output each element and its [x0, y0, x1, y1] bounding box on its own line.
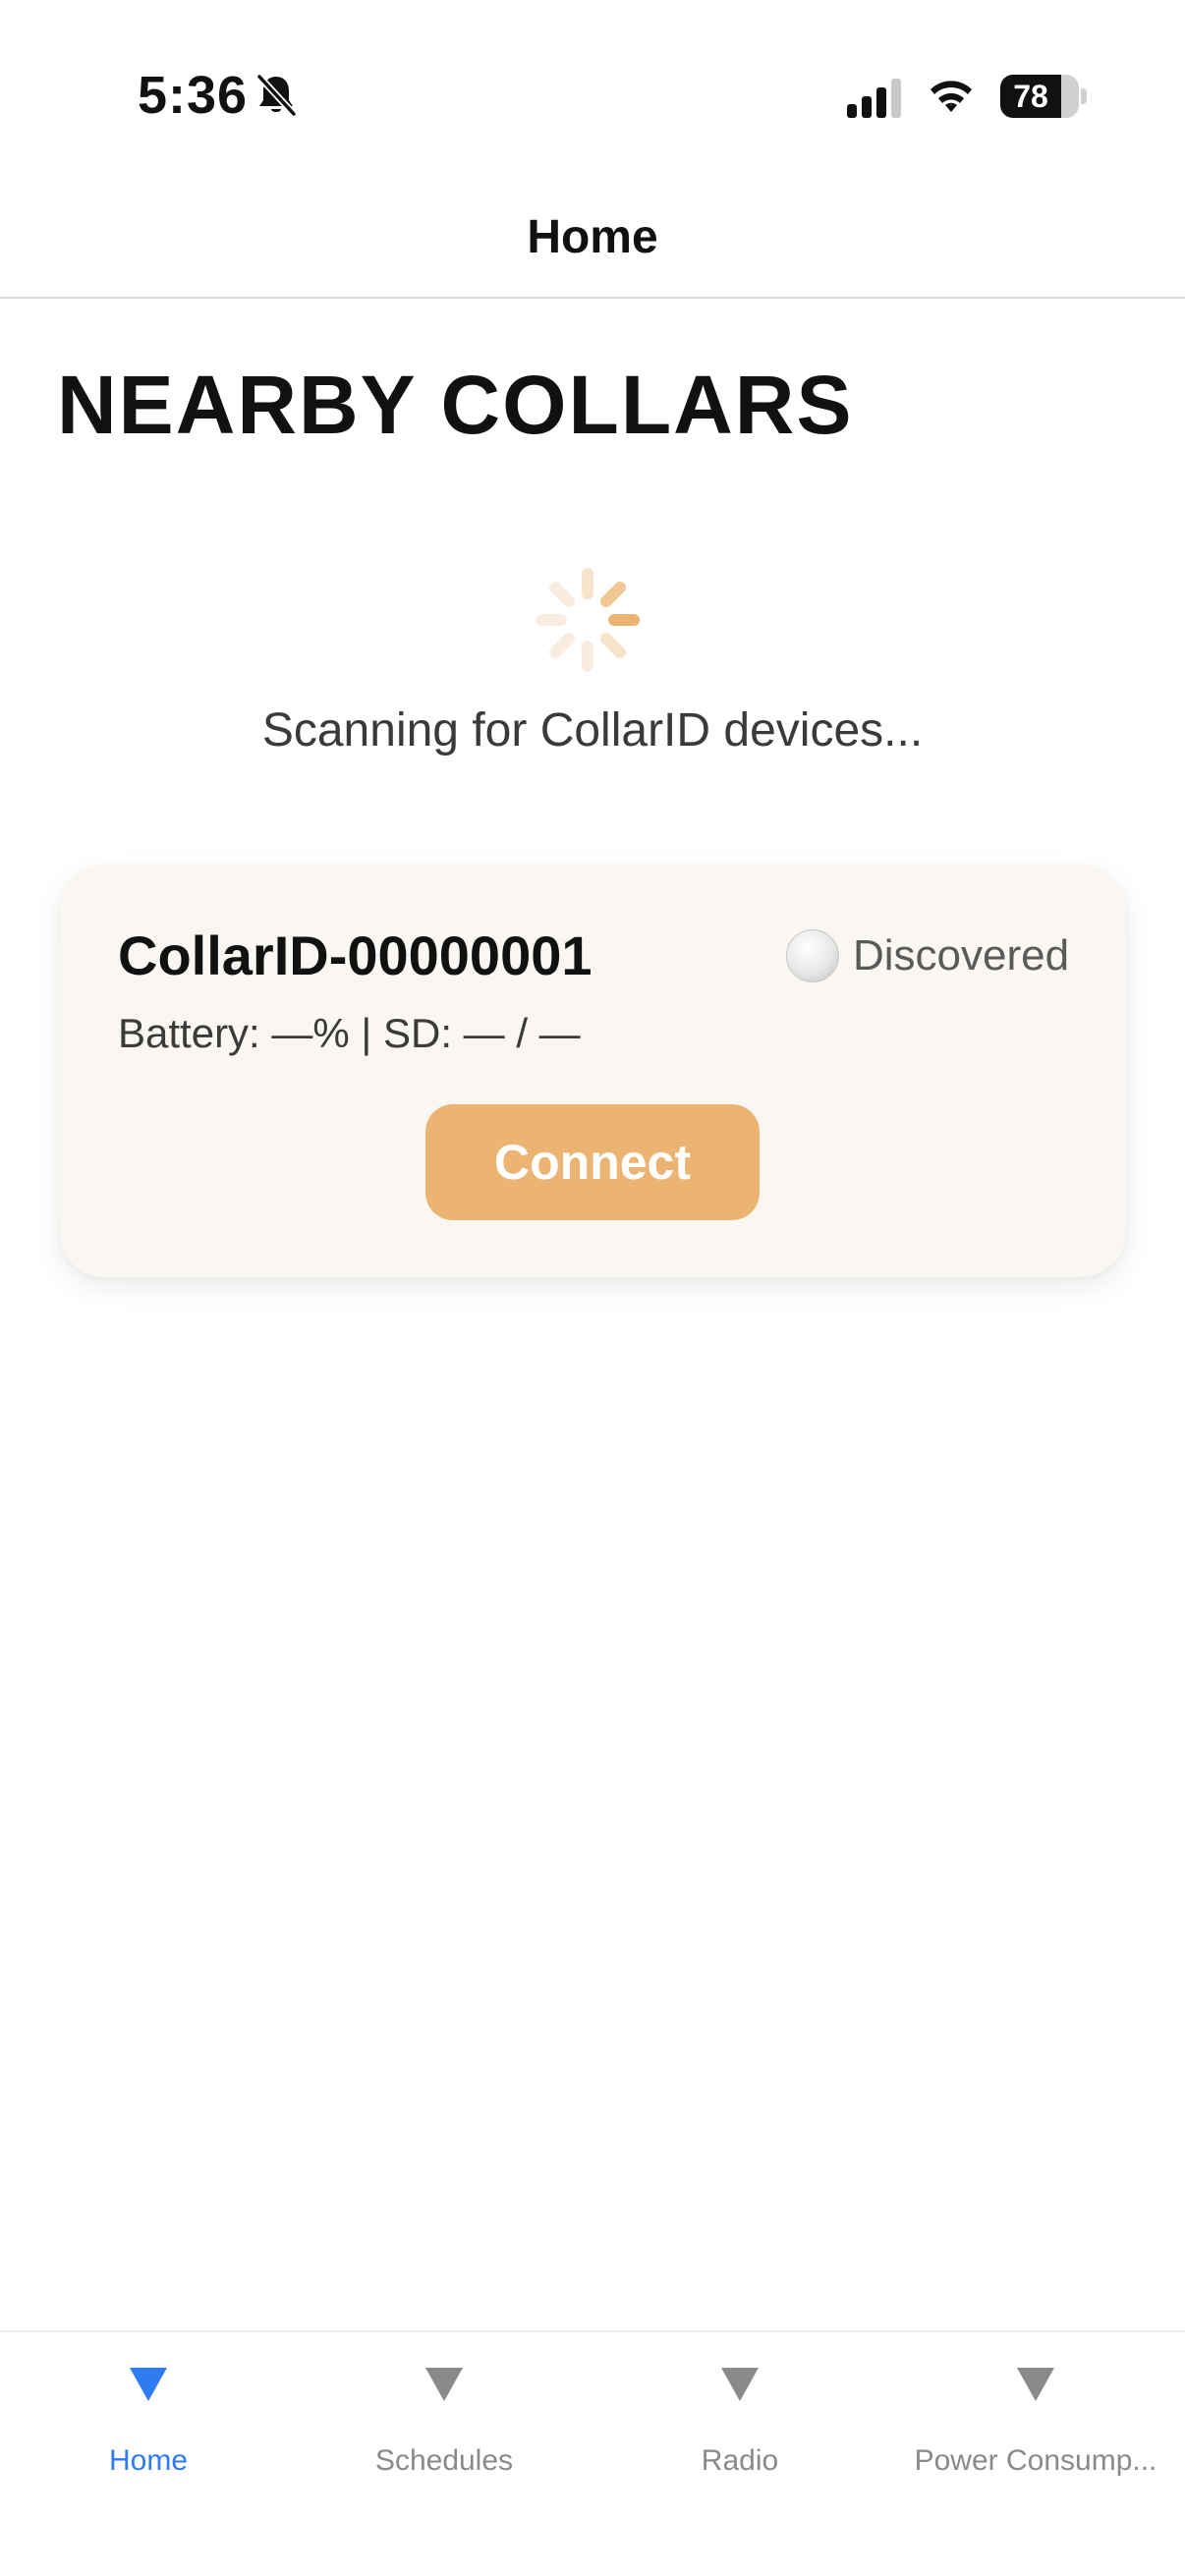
activity-spinner-icon [536, 568, 640, 672]
status-dot-icon [786, 929, 839, 982]
device-card[interactable]: CollarID-00000001 Discovered Battery: —%… [59, 865, 1126, 1277]
status-time: 5:36 [138, 66, 249, 125]
app-screen: 5:36 78 Home NEARBY COLLARS Scanning for… [0, 0, 1185, 2576]
tab-power-consumption[interactable]: Power Consump... [887, 2332, 1184, 2529]
triangle-down-icon [425, 2368, 463, 2401]
device-name: CollarID-00000001 [118, 924, 592, 986]
bell-slash-icon [256, 74, 297, 117]
battery-icon: 78 [1000, 75, 1079, 118]
triangle-down-icon [721, 2368, 759, 2401]
device-battery-sd-info: Battery: —% | SD: — / — [118, 1010, 581, 1056]
tab-bar: Home Schedules Radio Power Consump... [0, 2330, 1185, 2576]
tab-label: Home [108, 2444, 189, 2477]
tab-home[interactable]: Home [0, 2332, 297, 2529]
device-status-label: Discovered [853, 931, 1070, 980]
battery-cap [1081, 88, 1087, 104]
page-title: Home [527, 211, 658, 263]
tab-radio[interactable]: Radio [592, 2332, 888, 2529]
wifi-icon [931, 81, 972, 112]
connect-button[interactable]: Connect [425, 1104, 760, 1220]
section-heading: NEARBY COLLARS [57, 359, 854, 451]
tab-label: Power Consump... [914, 2444, 1157, 2477]
scanning-status-text: Scanning for CollarID devices... [261, 704, 924, 756]
nav-header: Home [0, 187, 1185, 299]
tab-label: Schedules [374, 2444, 514, 2477]
tab-schedules[interactable]: Schedules [296, 2332, 592, 2529]
status-bar: 5:36 78 [0, 0, 1185, 187]
triangle-down-icon [1017, 2368, 1054, 2401]
triangle-down-icon [130, 2368, 167, 2401]
tab-label: Radio [701, 2444, 779, 2477]
battery-level: 78 [1013, 79, 1048, 114]
cellular-signal-icon [847, 79, 901, 118]
